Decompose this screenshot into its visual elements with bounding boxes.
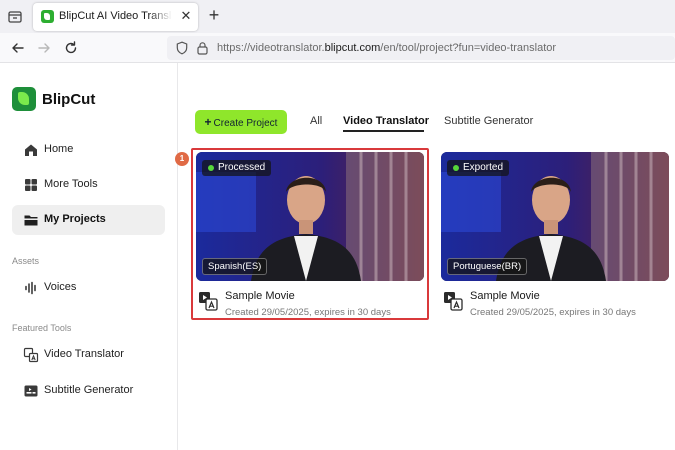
- subtitle-icon: [23, 383, 39, 399]
- video-translate-icon: [443, 291, 463, 311]
- tab-title: BlipCut AI Video Translator - Fa: [59, 10, 172, 22]
- assets-section-label: Assets: [12, 256, 40, 266]
- status-dot-icon: [453, 165, 459, 171]
- plus-icon: +: [204, 115, 212, 129]
- translate-icon: [23, 347, 39, 363]
- featured-tools-section-label: Featured Tools: [12, 323, 72, 333]
- browser-nav-bar: https://videotranslator.blipcut.com/en/t…: [0, 33, 675, 63]
- filter-tab-video-translator[interactable]: Video Translator: [343, 115, 429, 127]
- sidebar-item-more-tools[interactable]: More Tools: [12, 170, 165, 200]
- home-icon: [23, 142, 39, 158]
- blipcut-logo-icon[interactable]: [12, 87, 36, 111]
- project-meta: Created 29/05/2025, expires in 30 days: [470, 307, 636, 318]
- sidebar-item-label: More Tools: [44, 178, 98, 190]
- sidebar-item-home[interactable]: Home: [12, 135, 165, 165]
- active-tab-underline: [343, 130, 424, 132]
- status-text: Exported: [463, 162, 504, 173]
- shield-icon[interactable]: [175, 41, 189, 55]
- forward-arrow-icon[interactable]: [36, 40, 52, 56]
- waveform-icon: [23, 280, 39, 296]
- sidebar-item-label: Home: [44, 143, 74, 155]
- highlight-box: [191, 148, 429, 320]
- close-tab-icon[interactable]: ✕: [179, 9, 193, 23]
- tab-list-icon[interactable]: [7, 9, 23, 25]
- lock-icon[interactable]: [196, 41, 209, 55]
- grid-icon: [23, 177, 39, 193]
- step-number-badge: 1: [175, 152, 189, 166]
- project-title[interactable]: Sample Movie: [470, 290, 540, 302]
- language-badge: Portuguese(BR): [447, 258, 528, 275]
- sidebar-item-subtitle-generator[interactable]: Subtitle Generator: [12, 376, 165, 406]
- sidebar-item-video-translator[interactable]: Video Translator: [12, 340, 165, 370]
- sidebar-item-label: Voices: [44, 281, 77, 293]
- sidebar-item-label: My Projects: [44, 213, 106, 225]
- video-thumbnail[interactable]: Exported Portuguese(BR): [441, 152, 669, 281]
- url-text: https://videotranslator.blipcut.com/en/t…: [217, 42, 557, 54]
- sidebar-item-label: Video Translator: [44, 348, 124, 360]
- filter-tab-all[interactable]: All: [310, 115, 322, 127]
- browser-tab-active[interactable]: BlipCut AI Video Translator - Fa ✕: [33, 3, 198, 31]
- folder-icon: [23, 212, 39, 228]
- back-arrow-icon[interactable]: [10, 40, 26, 56]
- status-badge: Exported: [447, 160, 510, 176]
- sidebar-item-voices[interactable]: Voices: [12, 273, 165, 303]
- sidebar: BlipCut Home More Tools My Projects Asse…: [0, 63, 178, 450]
- brand-name[interactable]: BlipCut: [42, 91, 95, 108]
- create-project-label: Create Project: [213, 118, 278, 129]
- create-project-button[interactable]: + Create Project: [195, 110, 287, 134]
- sidebar-item-label: Subtitle Generator: [44, 384, 134, 396]
- blipcut-favicon-icon: [41, 10, 54, 23]
- filter-tab-subtitle-generator[interactable]: Subtitle Generator: [444, 115, 533, 127]
- browser-tab-bar: BlipCut AI Video Translator - Fa ✕ +: [0, 0, 675, 33]
- new-tab-icon[interactable]: +: [205, 6, 223, 24]
- reload-icon[interactable]: [63, 40, 79, 56]
- sidebar-item-my-projects[interactable]: My Projects: [12, 205, 165, 235]
- address-bar[interactable]: https://videotranslator.blipcut.com/en/t…: [167, 36, 675, 60]
